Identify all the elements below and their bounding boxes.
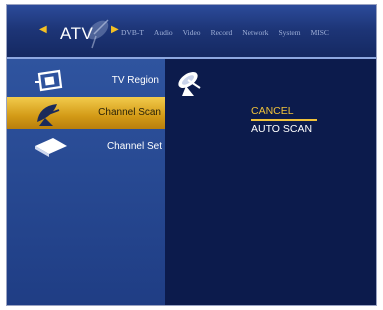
channel-scan-panel: CANCEL AUTO SCAN — [165, 59, 376, 305]
tab-dvb-t[interactable]: DVB-T — [121, 28, 144, 37]
current-tab-selector[interactable]: ◀ ATV ▶ — [39, 13, 121, 53]
tab-network[interactable]: Network — [242, 28, 268, 37]
top-menu-bar: ◀ ATV ▶ DVB-T Audio Video Record Network… — [7, 5, 376, 59]
satellite-dish-icon — [178, 72, 201, 96]
tab-audio[interactable]: Audio — [154, 28, 173, 37]
current-tab-label: ATV — [60, 24, 94, 43]
tab-record[interactable]: Record — [211, 28, 233, 37]
cancel-option[interactable]: CANCEL — [251, 105, 294, 117]
sidebar-item-label: Channel Set — [106, 141, 162, 152]
tab-list: DVB-T Audio Video Record Network System … — [121, 28, 339, 37]
selection-underline — [251, 119, 317, 121]
auto-scan-option[interactable]: AUTO SCAN — [251, 123, 312, 135]
sidebar-item-tv-region[interactable]: TV Region — [7, 65, 165, 97]
channel-set-icon — [35, 138, 67, 157]
tab-system[interactable]: System — [278, 28, 300, 37]
tv-region-icon — [35, 69, 63, 92]
sidebar-item-channel-scan[interactable]: Channel Scan — [7, 97, 165, 129]
tab-misc[interactable]: MISC — [311, 28, 329, 37]
sidebar: TV Region Channel Scan Channel Set — [7, 59, 165, 305]
tab-video[interactable]: Video — [183, 28, 201, 37]
settings-screen: ◀ ATV ▶ DVB-T Audio Video Record Network… — [6, 4, 377, 306]
tab-right-arrow-icon[interactable]: ▶ — [111, 24, 119, 35]
sidebar-item-channel-set[interactable]: Channel Set — [7, 131, 165, 163]
sidebar-item-label: Channel Scan — [98, 107, 161, 118]
tab-left-arrow-icon[interactable]: ◀ — [39, 24, 47, 35]
satellite-dish-icon — [37, 104, 60, 126]
sidebar-item-label: TV Region — [111, 75, 159, 86]
